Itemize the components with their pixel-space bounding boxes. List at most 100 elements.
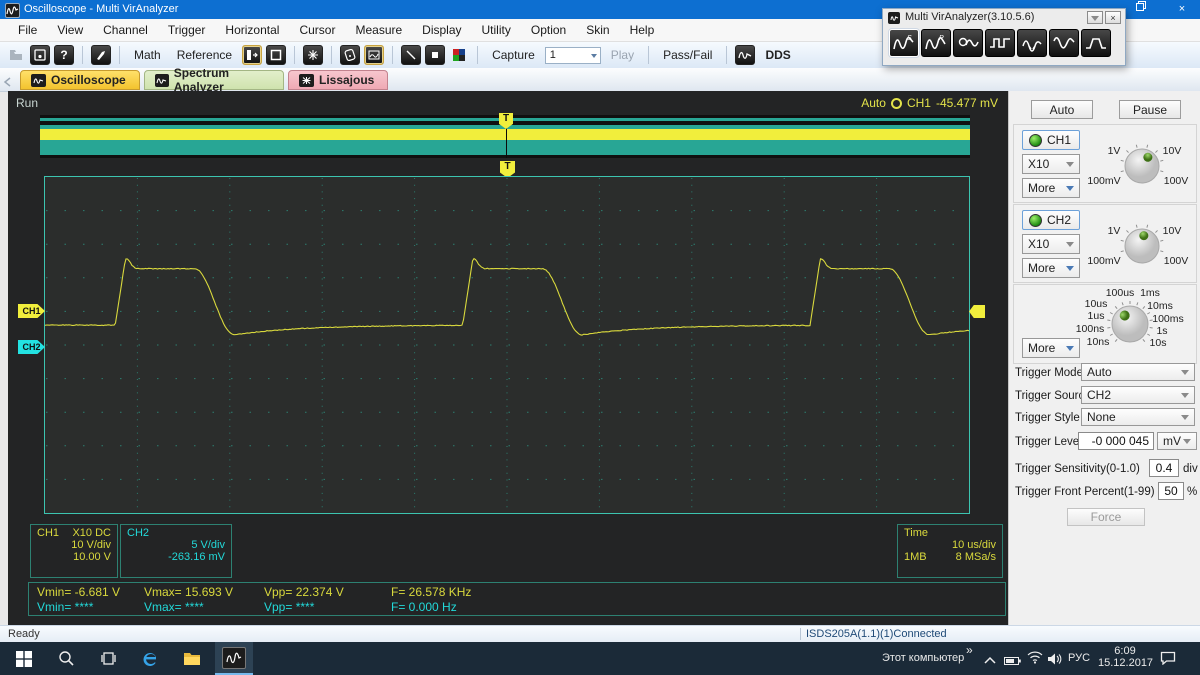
ch2-vpp: Vpp= **** xyxy=(264,600,315,614)
ch1-enable-button[interactable]: CH1 xyxy=(1022,130,1080,150)
autoset-button[interactable] xyxy=(303,45,324,65)
ch2-volts-knob[interactable] xyxy=(1084,207,1198,282)
control-panel: Auto Pause CH1 X10 More 1V 10V 100mV 100… xyxy=(1008,91,1200,625)
trigger-front-label: Trigger Front Percent(1-99) xyxy=(1015,486,1155,498)
tools-button[interactable] xyxy=(91,45,111,65)
trigger-level-unit-select[interactable]: mV xyxy=(1157,432,1197,450)
line-cursor-button[interactable] xyxy=(401,45,422,65)
floating-window-close-button[interactable]: × xyxy=(1105,11,1121,24)
ch1-knob-label-10v: 10V xyxy=(1162,145,1182,157)
trigger-source-select[interactable]: CH2 xyxy=(1081,386,1195,404)
multimeter-button[interactable] xyxy=(340,45,361,65)
hidden-icons-chevron[interactable] xyxy=(984,653,996,671)
auto-button[interactable]: Auto xyxy=(1031,100,1093,119)
menu-option[interactable]: Option xyxy=(521,23,576,37)
menu-utility[interactable]: Utility xyxy=(472,23,521,37)
ch2-more-select[interactable]: More xyxy=(1022,258,1080,278)
stop-button[interactable] xyxy=(425,45,446,65)
tool-handheld-button[interactable] xyxy=(953,29,983,57)
tool-waveform-m-button[interactable] xyxy=(1049,29,1079,57)
trigger-level-unit: mV xyxy=(1163,434,1181,448)
ch1-attenuation-select[interactable]: X10 xyxy=(1022,154,1080,174)
record-trigger-marker[interactable]: T xyxy=(499,113,513,129)
ch2-zero-marker[interactable]: CH2 xyxy=(18,340,45,354)
open-file-button[interactable] xyxy=(6,45,26,65)
pass-fail-button[interactable]: Pass/Fail xyxy=(657,48,718,62)
trigger-level-marker[interactable] xyxy=(969,305,985,318)
capture-count-input[interactable]: 1 xyxy=(544,46,601,64)
dds-button[interactable]: DDS xyxy=(759,48,796,62)
menu-skin[interactable]: Skin xyxy=(576,23,619,37)
force-button[interactable]: Force xyxy=(1067,508,1145,526)
menu-display[interactable]: Display xyxy=(412,23,471,37)
tab-scroll-left-icon[interactable] xyxy=(3,74,12,92)
menu-file[interactable]: File xyxy=(8,23,47,37)
tool-logic-analyzer-button[interactable] xyxy=(985,29,1015,57)
wifi-icon[interactable] xyxy=(1027,651,1043,669)
edge-browser-icon[interactable] xyxy=(129,642,171,675)
trigger-source-value: CH2 xyxy=(1087,388,1112,402)
trigger-mode-select[interactable]: Auto xyxy=(1081,363,1195,381)
menu-trigger[interactable]: Trigger xyxy=(158,23,216,37)
file-explorer-icon[interactable] xyxy=(171,642,213,675)
floating-window-collapse-button[interactable] xyxy=(1087,11,1103,24)
dds-icon[interactable] xyxy=(735,45,756,65)
battery-icon[interactable] xyxy=(1004,653,1021,671)
task-view-button[interactable] xyxy=(87,642,129,675)
capture-dropdown-arrow-icon[interactable] xyxy=(590,53,597,58)
record-position-line xyxy=(506,127,507,158)
ch1-zero-marker[interactable]: CH1 xyxy=(18,304,45,318)
full-view-button[interactable] xyxy=(266,45,287,65)
app-icon xyxy=(5,3,20,18)
record-view-bar[interactable]: T xyxy=(40,113,970,158)
ch2-info-title: CH2 xyxy=(127,527,150,539)
trigger-sensitivity-input[interactable]: 0.4 xyxy=(1149,459,1179,477)
tool-dual-wave-button[interactable] xyxy=(1017,29,1047,57)
ch2-enable-button[interactable]: CH2 xyxy=(1022,210,1080,230)
time-label-10s: 10s xyxy=(1149,337,1167,349)
color-palette-button[interactable] xyxy=(449,45,469,65)
tool-filter-button[interactable] xyxy=(1081,29,1111,57)
ch2-knob-label-1v: 1V xyxy=(1107,225,1121,237)
pause-button[interactable]: Pause xyxy=(1119,100,1181,119)
tool-spectrum-button[interactable]: P xyxy=(921,29,951,57)
taskbar-overflow-chevron[interactable]: » xyxy=(966,643,973,657)
tool-oscilloscope-button[interactable]: S xyxy=(889,29,919,57)
search-icon[interactable] xyxy=(45,642,87,675)
trigger-front-input[interactable]: 50 xyxy=(1158,482,1184,500)
menu-help[interactable]: Help xyxy=(620,23,665,37)
save-button[interactable] xyxy=(30,45,50,65)
ch1-volts-knob[interactable] xyxy=(1084,127,1198,202)
trigger-style-select[interactable]: None xyxy=(1081,408,1195,426)
menu-cursor[interactable]: Cursor xyxy=(289,23,345,37)
trigger-level-input[interactable]: -0 000 045 xyxy=(1078,432,1154,450)
split-view-button[interactable] xyxy=(242,45,263,65)
reference-button[interactable]: Reference xyxy=(171,48,238,62)
tab-oscilloscope[interactable]: Oscilloscope xyxy=(20,70,140,90)
menu-horizontal[interactable]: Horizontal xyxy=(215,23,289,37)
ch2-attenuation-arrow-icon xyxy=(1066,241,1074,247)
close-window-button[interactable]: × xyxy=(1164,0,1200,19)
language-indicator[interactable]: РУС xyxy=(1068,652,1090,664)
tab-spectrum-analyzer[interactable]: Spectrum Analyzer xyxy=(144,66,284,94)
oscilloscope-tab-icon xyxy=(31,73,46,87)
tab-lissajous[interactable]: Lissajous xyxy=(288,70,388,90)
taskbar-computer-label[interactable]: Этот компьютер xyxy=(882,652,964,664)
math-button[interactable]: Math xyxy=(128,48,167,62)
menu-measure[interactable]: Measure xyxy=(345,23,412,37)
restore-window-button[interactable] xyxy=(1126,0,1156,19)
snapshot-button[interactable] xyxy=(364,45,385,65)
ch1-more-select[interactable]: More xyxy=(1022,178,1080,198)
floating-toolbar: S P xyxy=(889,29,1111,57)
speaker-icon[interactable] xyxy=(1047,652,1062,670)
ch1-volts-knob-area: 1V 10V 100mV 100V xyxy=(1084,127,1198,202)
help-button[interactable]: ? xyxy=(54,45,74,65)
viranalyzer-taskbar-icon[interactable] xyxy=(215,642,253,675)
play-button[interactable]: Play xyxy=(605,48,640,62)
start-button[interactable] xyxy=(3,642,45,675)
menu-view[interactable]: View xyxy=(47,23,93,37)
ch2-attenuation-select[interactable]: X10 xyxy=(1022,234,1080,254)
clock[interactable]: 6:09 15.12.2017 xyxy=(1098,645,1153,669)
menu-channel[interactable]: Channel xyxy=(93,23,158,37)
action-center-icon[interactable] xyxy=(1160,651,1176,670)
